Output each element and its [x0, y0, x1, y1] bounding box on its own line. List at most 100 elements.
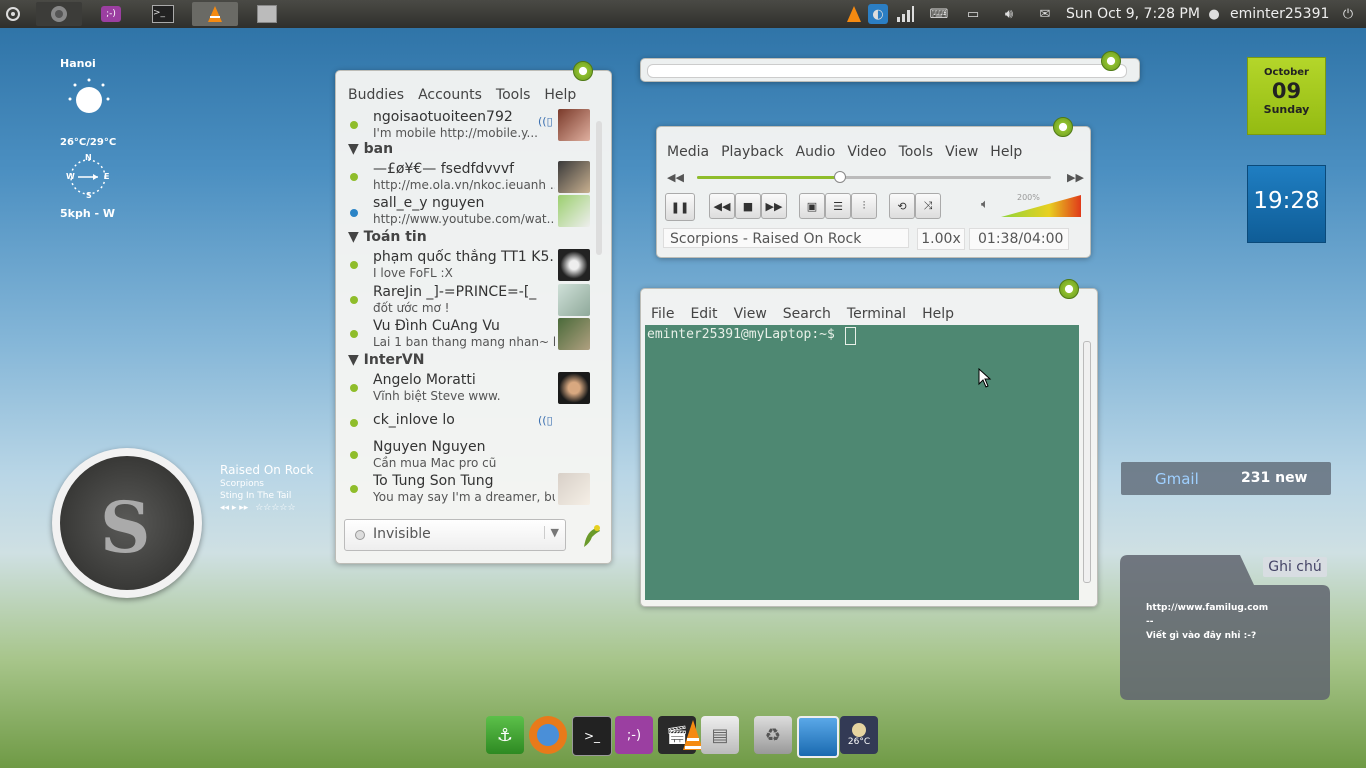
- available-status-icon: [350, 296, 358, 304]
- calendar-weekday: Sunday: [1263, 103, 1310, 116]
- clock-time: 19:28: [1253, 188, 1320, 214]
- menu-tools[interactable]: Tools: [899, 144, 934, 160]
- gmail-count: 231 new: [1241, 470, 1308, 486]
- terminal-task-icon[interactable]: >_: [140, 2, 186, 26]
- system-monitor-task-icon[interactable]: [36, 2, 82, 26]
- menu-help[interactable]: Help: [544, 87, 576, 103]
- menu-playback[interactable]: Playback: [721, 144, 783, 160]
- buddy-avatar: [558, 284, 590, 316]
- menu-help[interactable]: Help: [990, 144, 1022, 160]
- available-status-icon: [350, 451, 358, 459]
- anchor-icon[interactable]: ⚓: [486, 716, 524, 754]
- menu-audio[interactable]: Audio: [796, 144, 836, 160]
- buddy-message: Lai 1 ban thang mang nhan~ hi...: [373, 335, 555, 349]
- panel-clock[interactable]: Sun Oct 9, 7:28 PM: [1066, 6, 1200, 22]
- gmail-widget[interactable]: Gmail 231 new: [1121, 462, 1331, 495]
- menu-media[interactable]: Media: [667, 144, 709, 160]
- buddy-avatar: [558, 372, 590, 404]
- trash-icon[interactable]: ♻: [754, 716, 792, 754]
- terminal-menubar: File Edit View Search Terminal Help: [651, 306, 968, 322]
- vlc-tray-icon[interactable]: [844, 4, 864, 24]
- buddy-list-scrollbar[interactable]: [596, 121, 602, 255]
- group-header-intervn[interactable]: ▼ InterVN: [348, 352, 424, 368]
- menu-help[interactable]: Help: [922, 306, 954, 322]
- vlc-task-icon[interactable]: [192, 2, 238, 26]
- keyboard-icon[interactable]: ⌨: [928, 4, 950, 24]
- pidgin-dock-icon[interactable]: ;-): [615, 716, 653, 754]
- rewind-icon[interactable]: ◀◀: [667, 171, 684, 184]
- menu-accounts[interactable]: Accounts: [418, 87, 482, 103]
- clock-widget[interactable]: 19:28: [1247, 165, 1326, 243]
- fullscreen-button[interactable]: ▣: [799, 193, 825, 219]
- menu-edit[interactable]: Edit: [690, 306, 717, 322]
- calendar-widget[interactable]: October 09 Sunday: [1247, 57, 1326, 135]
- pause-button[interactable]: ❚❚: [665, 193, 695, 221]
- note-content[interactable]: http://www.familug.com -- Viết gì vào đâ…: [1146, 601, 1268, 643]
- fast-forward-icon[interactable]: ▶▶: [1067, 171, 1084, 184]
- file-cabinet-task-icon[interactable]: [244, 2, 290, 26]
- pidgin-buddy-list-window: Buddies Accounts Tools Help ngoisaotuoiteen…: [335, 61, 612, 564]
- pidgin-bird-icon[interactable]: [578, 521, 604, 549]
- weather-dock-icon[interactable]: 26°C: [840, 716, 878, 754]
- buddy-message: http://me.ola.vn/nkoc.ieuanh ...: [373, 178, 555, 192]
- seek-slider[interactable]: [697, 171, 1051, 183]
- speaker-icon[interactable]: 🔈︎: [981, 197, 989, 212]
- group-header-ban[interactable]: ▼ ban: [348, 141, 393, 157]
- buddy-name: Angelo Moratti: [373, 372, 476, 388]
- widget-search-input[interactable]: [647, 64, 1127, 78]
- network-signal-icon[interactable]: [894, 4, 916, 24]
- previous-button[interactable]: ◀◀: [709, 193, 735, 219]
- firefox-icon[interactable]: [529, 716, 567, 754]
- window-pin-icon[interactable]: [1101, 51, 1121, 71]
- username-label[interactable]: eminter25391: [1230, 6, 1329, 22]
- available-status-icon: [350, 261, 358, 269]
- volume-percent: 200%: [1017, 193, 1040, 202]
- menu-tools[interactable]: Tools: [496, 87, 531, 103]
- music-controls[interactable]: ◂◂ ▸ ▸▸: [220, 503, 248, 513]
- menu-buddies[interactable]: Buddies: [348, 87, 404, 103]
- power-icon[interactable]: ⏻: [1338, 4, 1358, 24]
- loop-button[interactable]: ⟲: [889, 193, 915, 219]
- pidgin-task-icon[interactable]: ;-): [88, 2, 134, 26]
- mail-envelope-icon[interactable]: ✉: [1034, 4, 1056, 24]
- window-pin-icon[interactable]: [1053, 117, 1073, 137]
- menu-file[interactable]: File: [651, 306, 674, 322]
- window-pin-icon[interactable]: [573, 61, 593, 81]
- battery-icon[interactable]: ▭: [962, 4, 984, 24]
- terminal-screen[interactable]: eminter25391@myLaptop:~$: [645, 325, 1079, 600]
- terminal-scrollbar[interactable]: [1083, 341, 1091, 583]
- volume-icon[interactable]: 🔊︎: [998, 4, 1020, 24]
- window-pin-icon[interactable]: [1059, 279, 1079, 299]
- terminal-dock-icon[interactable]: >_: [572, 716, 612, 756]
- music-rating[interactable]: ☆☆☆☆☆: [255, 503, 295, 513]
- status-selector[interactable]: Invisible ▼: [344, 519, 566, 551]
- weather-temp: 26°C/29°C: [60, 137, 117, 148]
- buddy-name: ck_inlove lo: [373, 412, 455, 428]
- stop-button[interactable]: ■: [735, 193, 761, 219]
- updater-tray-icon[interactable]: ◐: [868, 4, 888, 24]
- playback-time[interactable]: 01:38/04:00: [969, 228, 1069, 250]
- shuffle-button[interactable]: ⤨: [915, 193, 941, 219]
- equalizer-button[interactable]: ⫶: [851, 193, 877, 219]
- volume-slider[interactable]: 200%: [1001, 193, 1081, 217]
- menu-view[interactable]: View: [734, 306, 767, 322]
- seek-handle[interactable]: [833, 171, 846, 183]
- group-header-toan-tin[interactable]: ▼ Toán tin: [348, 229, 427, 245]
- menu-terminal[interactable]: Terminal: [847, 306, 906, 322]
- menu-video[interactable]: Video: [847, 144, 886, 160]
- compass-n: N: [85, 153, 92, 162]
- note-tab[interactable]: Ghi chú: [1263, 557, 1327, 577]
- sticky-note-widget[interactable]: Ghi chú http://www.familug.com -- Viết g…: [1120, 555, 1330, 700]
- next-button[interactable]: ▶▶: [761, 193, 787, 219]
- menu-search[interactable]: Search: [783, 306, 831, 322]
- mobile-phone-icon: ((▯: [538, 414, 553, 427]
- desktop-icon[interactable]: [797, 716, 839, 758]
- file-cabinet-dock-icon[interactable]: ▤: [701, 716, 739, 754]
- ubuntu-logo-icon[interactable]: [0, 2, 26, 26]
- menu-view[interactable]: View: [945, 144, 978, 160]
- album-art-sticker[interactable]: S: [52, 448, 202, 598]
- playback-speed[interactable]: 1.00x: [917, 228, 965, 250]
- playlist-button[interactable]: ☰: [825, 193, 851, 219]
- buddy-avatar: [558, 161, 590, 193]
- chat-status-icon[interactable]: ●: [1206, 4, 1222, 24]
